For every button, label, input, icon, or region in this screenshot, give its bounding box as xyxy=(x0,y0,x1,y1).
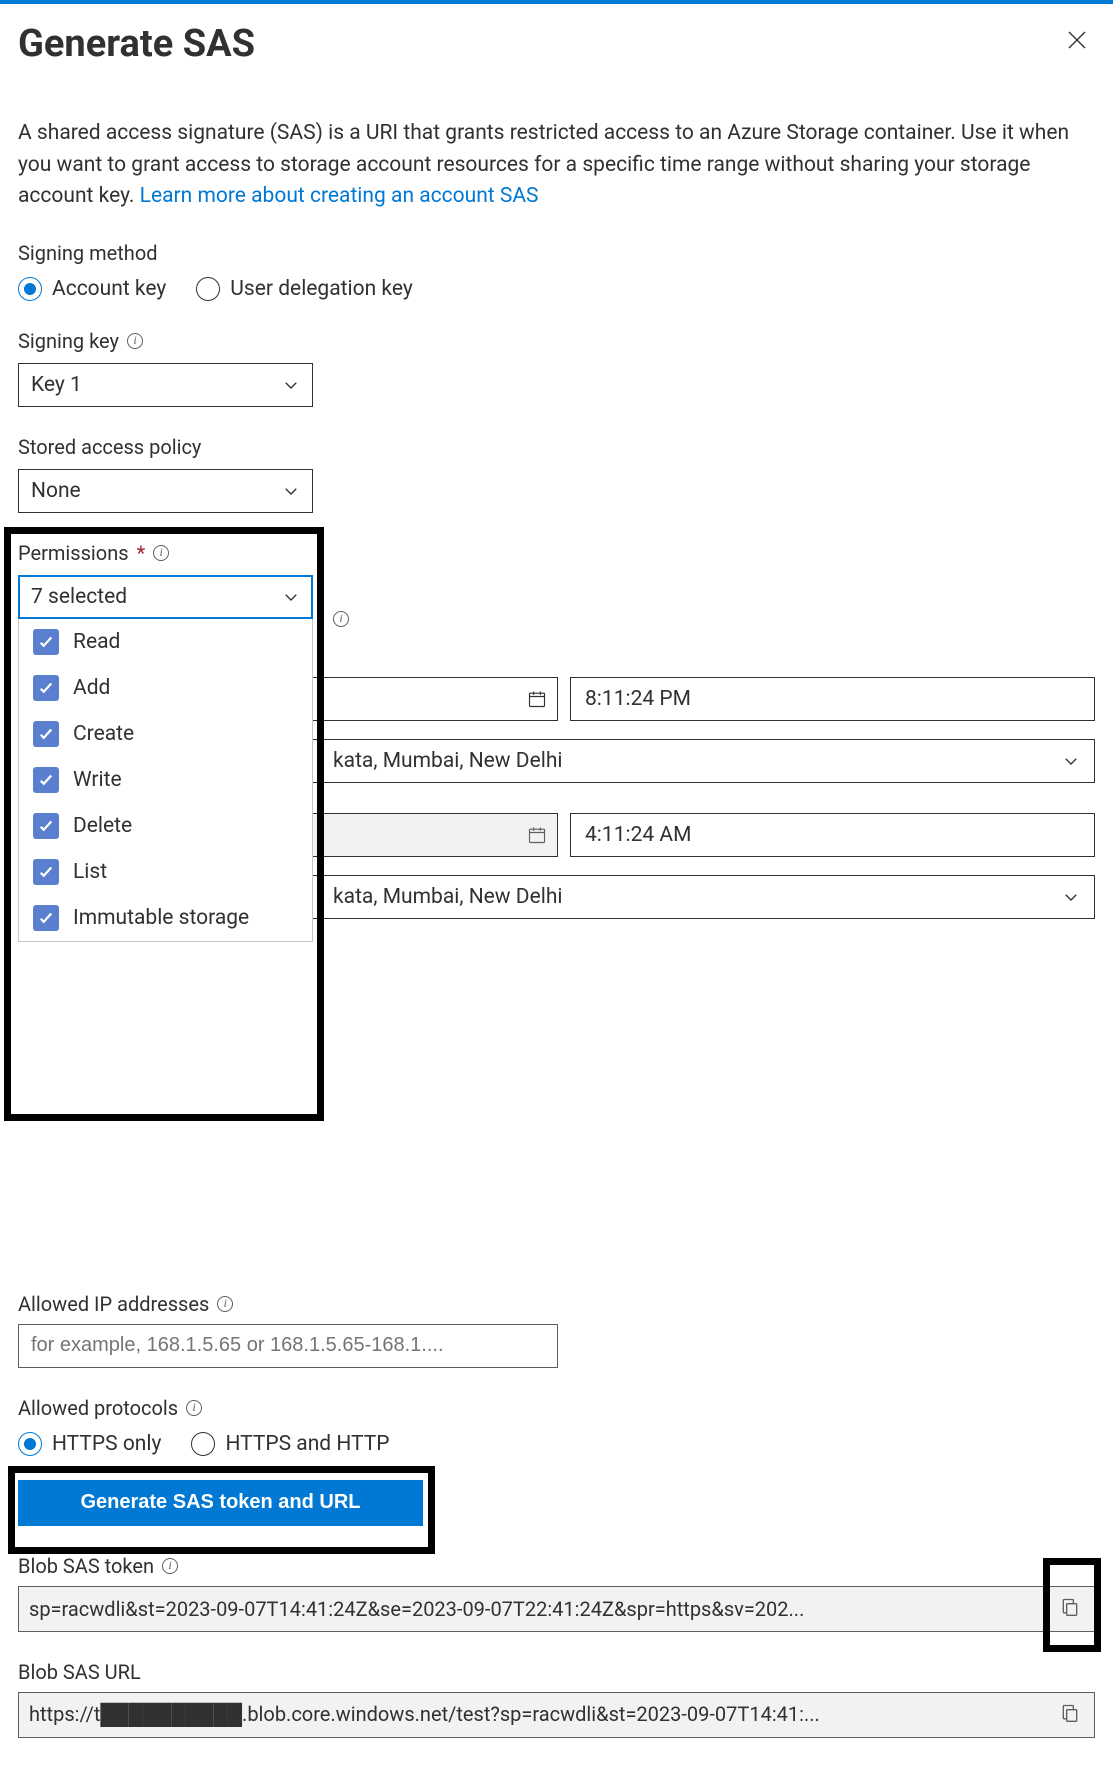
permissions-label: Permissions * i xyxy=(18,541,1095,565)
info-icon[interactable]: i xyxy=(217,1296,233,1312)
permissions-dropdown: Read Add Create Write xyxy=(18,619,313,942)
checkbox-checked-icon xyxy=(33,721,59,747)
option-label: Delete xyxy=(73,814,132,838)
checkbox-checked-icon xyxy=(33,905,59,931)
option-label: Read xyxy=(73,630,120,654)
sas-url-label: Blob SAS URL xyxy=(18,1660,1095,1684)
permissions-select[interactable]: 7 selected xyxy=(18,575,313,619)
radio-icon xyxy=(196,277,220,301)
permission-option-add[interactable]: Add xyxy=(19,665,312,711)
stored-policy-select[interactable]: None xyxy=(18,469,313,513)
radio-label: HTTPS only xyxy=(52,1432,161,1456)
select-value: None xyxy=(31,479,81,503)
allowed-protocols-label: Allowed protocols i xyxy=(18,1396,1095,1420)
radio-icon xyxy=(18,1432,42,1456)
chevron-down-icon xyxy=(282,482,300,500)
copy-icon xyxy=(1060,1711,1080,1726)
generate-sas-button[interactable]: Generate SAS token and URL xyxy=(18,1480,423,1526)
sas-token-label: Blob SAS token i xyxy=(18,1554,1095,1578)
option-label: Create xyxy=(73,722,134,746)
allowed-ip-label: Allowed IP addresses i xyxy=(18,1292,1095,1316)
copy-token-button[interactable] xyxy=(1056,1593,1084,1624)
required-asterisk: * xyxy=(137,541,146,565)
checkbox-checked-icon xyxy=(33,859,59,885)
signing-key-select[interactable]: Key 1 xyxy=(18,363,313,407)
checkbox-checked-icon xyxy=(33,629,59,655)
permission-option-write[interactable]: Write xyxy=(19,757,312,803)
close-icon xyxy=(1065,40,1089,55)
checkbox-checked-icon xyxy=(33,767,59,793)
radio-label: HTTPS and HTTP xyxy=(225,1432,389,1456)
sas-token-value: sp=racwdli&st=2023-09-07T14:41:24Z&se=20… xyxy=(29,1597,1048,1621)
signing-method-label: Signing method xyxy=(18,241,1095,265)
copy-url-button[interactable] xyxy=(1056,1699,1084,1730)
info-icon[interactable]: i xyxy=(153,545,169,561)
permission-option-create[interactable]: Create xyxy=(19,711,312,757)
info-icon[interactable]: i xyxy=(127,333,143,349)
permission-option-delete[interactable]: Delete xyxy=(19,803,312,849)
radio-label: Account key xyxy=(52,277,166,301)
radio-icon xyxy=(18,277,42,301)
option-label: Write xyxy=(73,768,122,792)
checkbox-checked-icon xyxy=(33,813,59,839)
permission-option-list[interactable]: List xyxy=(19,849,312,895)
select-value: Key 1 xyxy=(31,373,82,397)
learn-more-link[interactable]: Learn more about creating an account SAS xyxy=(140,184,539,208)
radio-https-only[interactable]: HTTPS only xyxy=(18,1432,161,1456)
copy-icon xyxy=(1060,1605,1080,1620)
stored-policy-label: Stored access policy xyxy=(18,435,1095,459)
permission-option-read[interactable]: Read xyxy=(19,619,312,665)
sas-token-output: sp=racwdli&st=2023-09-07T14:41:24Z&se=20… xyxy=(18,1586,1095,1632)
permission-option-immutable[interactable]: Immutable storage xyxy=(19,895,312,941)
signing-key-label: Signing key i xyxy=(18,329,1095,353)
info-icon[interactable]: i xyxy=(186,1400,202,1416)
description-text: A shared access signature (SAS) is a URI… xyxy=(18,118,1095,213)
option-label: List xyxy=(73,860,107,884)
radio-label: User delegation key xyxy=(230,277,413,301)
close-button[interactable] xyxy=(1059,22,1095,61)
allowed-ip-input[interactable] xyxy=(18,1324,558,1368)
radio-account-key[interactable]: Account key xyxy=(18,277,166,301)
sas-url-output: https://t██████████.blob.core.windows.ne… xyxy=(18,1692,1095,1738)
info-icon[interactable]: i xyxy=(162,1558,178,1574)
select-value: 7 selected xyxy=(31,585,127,609)
option-label: Immutable storage xyxy=(73,906,249,930)
radio-https-http[interactable]: HTTPS and HTTP xyxy=(191,1432,389,1456)
radio-icon xyxy=(191,1432,215,1456)
checkbox-checked-icon xyxy=(33,675,59,701)
chevron-down-icon xyxy=(282,588,300,606)
radio-user-delegation[interactable]: User delegation key xyxy=(196,277,413,301)
option-label: Add xyxy=(73,676,110,700)
chevron-down-icon xyxy=(282,376,300,394)
sas-url-value: https://t██████████.blob.core.windows.ne… xyxy=(29,1702,1048,1727)
page-title: Generate SAS xyxy=(18,22,255,66)
